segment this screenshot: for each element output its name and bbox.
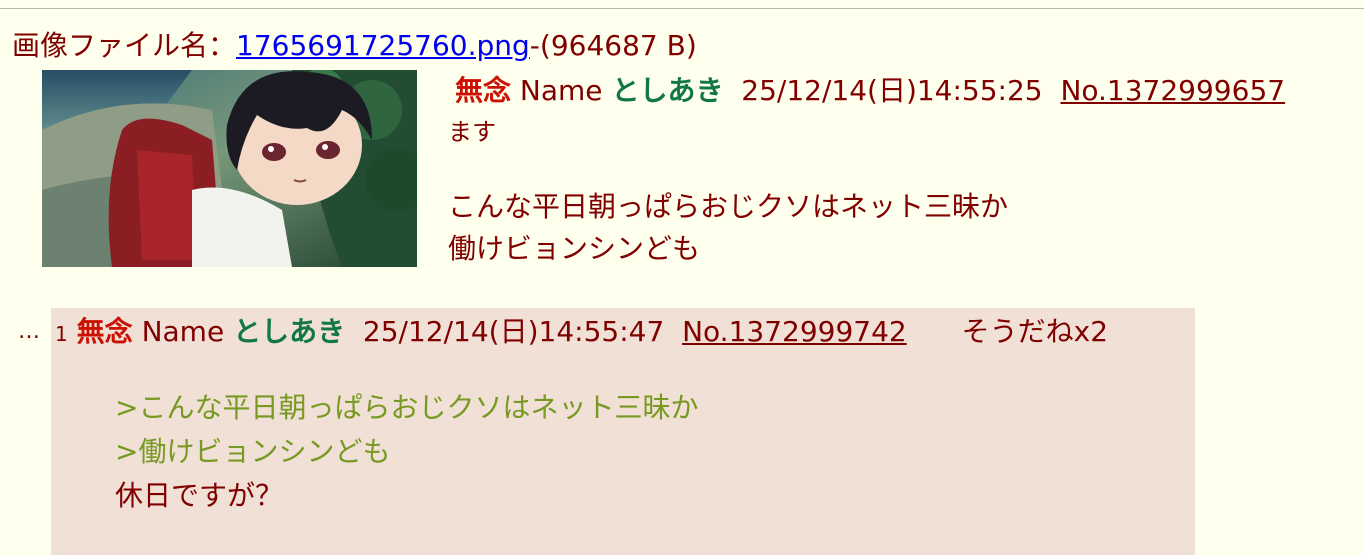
op-header: 無念 Name としあき 25/12/14(日)14:55:25 No.1372… — [455, 72, 1285, 110]
reply-quote-line: >働けビョンシンども — [115, 435, 391, 468]
reply-text: 休日ですが？ — [115, 479, 284, 512]
reply-quote-line: >こんな平日朝っぱらおじクソはネット三昧か — [115, 391, 699, 424]
top-divider — [0, 8, 1364, 9]
sodane-button[interactable]: そうだねx2 — [962, 315, 1108, 348]
op-body: こんな平日朝っぱらおじクソはネット三昧か 働けビョンシンども — [448, 186, 1008, 270]
op-name: としあき — [611, 74, 724, 107]
file-link[interactable]: 1765691725760.png — [236, 29, 530, 62]
op-body-line: 働けビョンシンども — [448, 232, 701, 265]
reply-name-label: Name — [141, 315, 225, 348]
op-thumbnail[interactable] — [42, 70, 417, 267]
op-body-line: こんな平日朝っぱらおじクソはネット三昧か — [448, 190, 1009, 223]
file-label: 画像ファイル名： — [12, 29, 237, 62]
op-sub-text: ます — [448, 118, 496, 146]
file-size: -(964687 B) — [529, 29, 697, 62]
op-name-label: Name — [519, 74, 603, 107]
op-subject: 無念 — [455, 74, 512, 107]
reply-body: >こんな平日朝っぱらおじクソはネット三昧か >働けビョンシンども 休日ですが？ — [115, 386, 698, 518]
reply-subject: 無念 — [76, 315, 133, 348]
reply-post-number[interactable]: No.1372999742 — [682, 315, 907, 348]
reply-dots: … — [18, 319, 40, 344]
op-datetime: 25/12/14(日)14:55:25 — [741, 74, 1043, 107]
reply-post: 1 無念 Name としあき 25/12/14(日)14:55:47 No.13… — [51, 308, 1195, 555]
op-post-number[interactable]: No.1372999657 — [1060, 74, 1285, 107]
reply-datetime: 25/12/14(日)14:55:47 — [362, 315, 665, 348]
file-info: 画像ファイル名：1765691725760.png-(964687 B) — [12, 28, 697, 64]
reply-name: としあき — [233, 315, 346, 348]
reply-header: 1 無念 Name としあき 25/12/14(日)14:55:47 No.13… — [55, 314, 1108, 352]
reply-index: 1 — [55, 322, 68, 346]
